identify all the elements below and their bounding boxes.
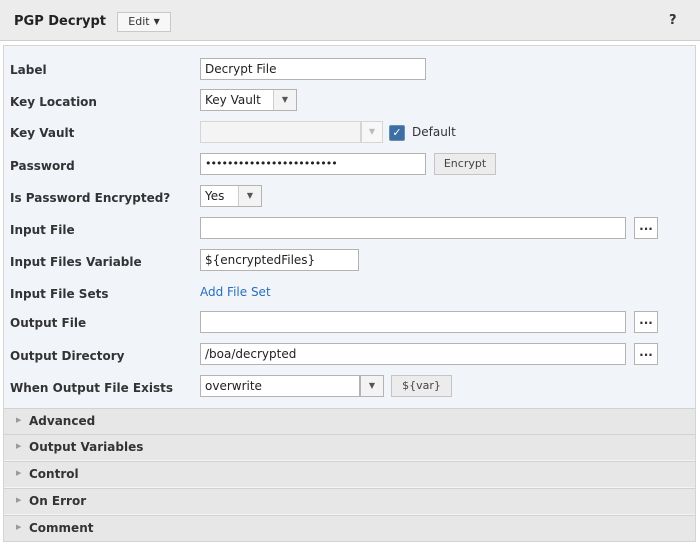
is-password-encrypted-select[interactable]: Yes ▼	[200, 185, 262, 207]
chevron-down-icon[interactable]: ▼	[360, 375, 384, 397]
output-file-input[interactable]	[200, 311, 626, 333]
when-output-file-exists-input[interactable]: overwrite	[200, 375, 360, 397]
chevron-down-icon: ▼	[153, 17, 160, 26]
page-title: PGP Decrypt	[14, 14, 106, 29]
key-vault-input	[200, 121, 361, 143]
chevron-down-icon: ▼	[273, 90, 296, 110]
input-files-variable-label: Input Files Variable	[10, 255, 142, 269]
key-location-value: Key Vault	[205, 93, 261, 107]
section-title: Comment	[29, 521, 94, 535]
help-button[interactable]: ?	[669, 13, 677, 28]
triangle-right-icon: ▶	[16, 469, 22, 477]
section-title: Output Variables	[29, 440, 144, 454]
output-file-label: Output File	[10, 316, 87, 330]
output-directory-input[interactable]: /boa/decrypted	[200, 343, 626, 365]
triangle-right-icon: ▶	[16, 496, 22, 504]
password-input[interactable]: ••••••••••••••••••••••••	[200, 153, 426, 175]
input-file-label: Input File	[10, 223, 75, 237]
section-on-error[interactable]: ▶ On Error	[4, 488, 695, 514]
section-title: Control	[29, 467, 79, 481]
input-files-variable-input[interactable]: ${encryptedFiles}	[200, 249, 359, 271]
default-checkbox[interactable]: ✓	[389, 125, 405, 141]
is-password-encrypted-label: Is Password Encrypted?	[10, 191, 171, 205]
chevron-down-icon: ▼	[238, 186, 261, 206]
triangle-right-icon: ▶	[16, 442, 22, 450]
input-file-browse-button[interactable]: ...	[634, 217, 658, 239]
checkmark-icon: ✓	[392, 126, 402, 139]
edit-label: Edit	[128, 15, 150, 28]
section-control[interactable]: ▶ Control	[4, 461, 695, 487]
key-vault-label: Key Vault	[10, 126, 75, 140]
output-file-browse-button[interactable]: ...	[634, 311, 658, 333]
section-advanced[interactable]: ▶ Advanced	[4, 408, 695, 434]
output-directory-label: Output Directory	[10, 349, 125, 363]
section-title: Advanced	[29, 414, 96, 428]
key-location-label: Key Location	[10, 95, 97, 109]
label-input[interactable]: Decrypt File	[200, 58, 426, 80]
var-insert-button[interactable]: ${var}	[391, 375, 452, 397]
chevron-down-icon: ▼	[361, 121, 383, 143]
default-checkbox-label: Default	[412, 125, 456, 139]
input-file-input[interactable]	[200, 217, 626, 239]
when-output-file-exists-label: When Output File Exists	[10, 381, 173, 395]
key-location-select[interactable]: Key Vault ▼	[200, 89, 297, 111]
edit-menu-button[interactable]: Edit ▼	[117, 12, 171, 32]
output-directory-browse-button[interactable]: ...	[634, 343, 658, 365]
password-label: Password	[10, 159, 75, 173]
encrypt-button[interactable]: Encrypt	[434, 153, 496, 175]
triangle-right-icon: ▶	[16, 416, 22, 424]
section-title: On Error	[29, 494, 87, 508]
label-field-label: Label	[10, 63, 47, 77]
add-file-set-link[interactable]: Add File Set	[200, 285, 271, 299]
section-output-variables[interactable]: ▶ Output Variables	[4, 434, 695, 460]
input-file-sets-label: Input File Sets	[10, 287, 109, 301]
is-password-encrypted-value: Yes	[205, 189, 225, 203]
triangle-right-icon: ▶	[16, 523, 22, 531]
title-bar: PGP Decrypt Edit ▼ ?	[0, 0, 700, 41]
section-comment[interactable]: ▶ Comment	[4, 515, 695, 541]
